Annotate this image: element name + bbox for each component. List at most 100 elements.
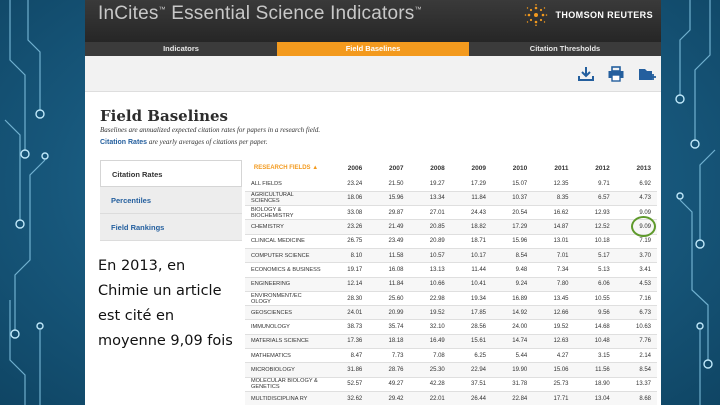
table-row: GEOSCIENCES 24.01 20.99 19.52 17.85 14.92 12.6… [245, 305, 657, 321]
value-cell: 8.10 [327, 248, 369, 264]
table-row: MATHEMATICS 8.47 7.73 7.08 6.25 5.44 4.27 3.15 2… [245, 348, 657, 364]
download-icon[interactable] [577, 66, 595, 82]
add-folder-icon[interactable] [638, 66, 656, 82]
sidebar: Citation Rates Percentiles Field Ranking… [100, 160, 242, 241]
value-cell: 8.54 [492, 248, 534, 264]
tab-field-baselines[interactable]: Field Baselines [277, 42, 469, 56]
value-cell: 6.25 [450, 348, 492, 364]
value-cell: 10.63 [615, 319, 657, 335]
value-cell: 49.27 [368, 377, 410, 392]
value-cell: 4.27 [533, 348, 575, 364]
value-cell: 25.60 [368, 291, 410, 307]
value-cell: 5.44 [492, 348, 534, 364]
value-cell: 12.93 [574, 205, 616, 221]
value-cell: 19.27 [409, 177, 451, 192]
value-cell: 16.49 [409, 334, 451, 350]
value-cell: 18.18 [368, 334, 410, 350]
field-name-cell: CLINICAL MEDICINE [245, 234, 327, 249]
value-cell: 19.52 [533, 319, 575, 335]
value-cell: 16.89 [492, 291, 534, 307]
value-cell: 10.66 [409, 277, 451, 292]
value-cell: 20.89 [409, 234, 451, 249]
toolbar [85, 56, 661, 92]
main-tabs: Indicators Field Baselines Citation Thre… [85, 42, 661, 56]
value-cell: 12.63 [533, 334, 575, 350]
tab-citation-thresholds[interactable]: Citation Thresholds [469, 42, 661, 56]
field-name-cell: AGRICULTURAL SCIENCES [245, 191, 327, 207]
value-cell: 5.17 [574, 248, 616, 264]
value-cell: 17.29 [450, 177, 492, 192]
value-cell: 20.99 [368, 305, 410, 321]
value-cell: 17.85 [450, 305, 492, 321]
year-header[interactable]: 2011 [533, 160, 574, 177]
value-cell: 9.24 [492, 277, 534, 292]
table-row: MATERIALS SCIENCE 17.36 18.18 16.49 15.61 14.… [245, 334, 657, 350]
sidebar-item-percentiles[interactable]: Percentiles [100, 187, 242, 214]
year-header[interactable]: 2008 [410, 160, 451, 177]
value-cell: 17.71 [533, 391, 575, 405]
field-name-cell: ALL FIELDS [245, 177, 327, 192]
year-header[interactable]: 2010 [492, 160, 533, 177]
value-cell: 19.34 [450, 291, 492, 307]
value-cell: 10.57 [409, 248, 451, 264]
value-cell: 14.74 [492, 334, 534, 350]
value-cell: 24.43 [450, 205, 492, 221]
year-header[interactable]: 2006 [327, 160, 368, 177]
value-cell: 2.14 [615, 348, 657, 364]
tab-indicators[interactable]: Indicators [85, 42, 277, 56]
value-cell: 11.44 [450, 262, 492, 278]
field-name-cell: BIOLOGY & BIOCHEMISTRY [245, 205, 327, 221]
research-fields-header[interactable]: RESEARCH FIELDS ▲ [245, 160, 327, 177]
value-cell: 6.57 [574, 191, 616, 207]
year-header[interactable]: 2009 [451, 160, 492, 177]
value-cell: 18.90 [574, 377, 616, 392]
value-cell: 18.06 [327, 191, 369, 207]
field-name-cell: MULTIDISCIPLINA RY [245, 391, 327, 405]
value-cell: 10.18 [574, 234, 616, 249]
value-cell: 13.01 [533, 234, 575, 249]
table-row: BIOLOGY & BIOCHEMISTRY 33.08 29.87 27.01 24.… [245, 205, 657, 221]
value-cell: 24.00 [492, 319, 534, 335]
value-cell: 10.41 [450, 277, 492, 292]
value-cell: 7.16 [615, 291, 657, 307]
value-cell: 11.84 [450, 191, 492, 207]
sidebar-item-citation-rates[interactable]: Citation Rates [100, 160, 242, 187]
value-cell: 8.35 [533, 191, 575, 207]
value-cell: 12.52 [574, 219, 616, 235]
value-cell: 52.57 [327, 377, 369, 392]
value-cell: 13.04 [574, 391, 616, 405]
brand-name: THOMSON REUTERS [555, 10, 653, 20]
value-cell: 10.55 [574, 291, 616, 307]
value-cell: 17.36 [327, 334, 369, 350]
value-cell: 33.08 [327, 205, 369, 221]
value-cell: 37.51 [450, 377, 492, 392]
value-cell: 20.54 [492, 205, 534, 221]
citation-rates-table: RESEARCH FIELDS ▲ 2006 2007 2008 2009 20… [245, 160, 657, 405]
circuit-decoration-left [4, 0, 49, 405]
value-cell: 13.34 [409, 191, 451, 207]
value-cell: 15.61 [450, 334, 492, 350]
value-cell: 28.76 [368, 362, 410, 378]
value-cell: 31.78 [492, 377, 534, 392]
callout-line: Chimie un article [98, 283, 222, 299]
value-cell: 22.98 [409, 291, 451, 307]
value-cell: 24.01 [327, 305, 369, 321]
value-cell: 7.19 [615, 234, 657, 249]
value-cell: 14.87 [533, 219, 575, 235]
value-cell: 4.73 [615, 191, 657, 207]
page-title: Field Baselines [100, 107, 228, 125]
value-cell: 7.76 [615, 334, 657, 350]
year-header[interactable]: 2013 [616, 160, 657, 177]
print-icon[interactable] [607, 66, 625, 82]
field-name-cell: CHEMISTRY [245, 219, 327, 235]
table-row: AGRICULTURAL SCIENCES 18.06 15.96 13.34 11.8… [245, 191, 657, 207]
year-header[interactable]: 2012 [575, 160, 616, 177]
value-cell: 7.73 [368, 348, 410, 364]
value-cell: 3.70 [615, 248, 657, 264]
year-header[interactable]: 2007 [368, 160, 409, 177]
table-row: COMPUTER SCIENCE 8.10 11.58 10.57 10.17 8.54 7… [245, 248, 657, 264]
sidebar-item-field-rankings[interactable]: Field Rankings [100, 214, 242, 241]
value-cell: 26.44 [450, 391, 492, 405]
value-cell: 12.66 [533, 305, 575, 321]
value-cell: 22.94 [450, 362, 492, 378]
